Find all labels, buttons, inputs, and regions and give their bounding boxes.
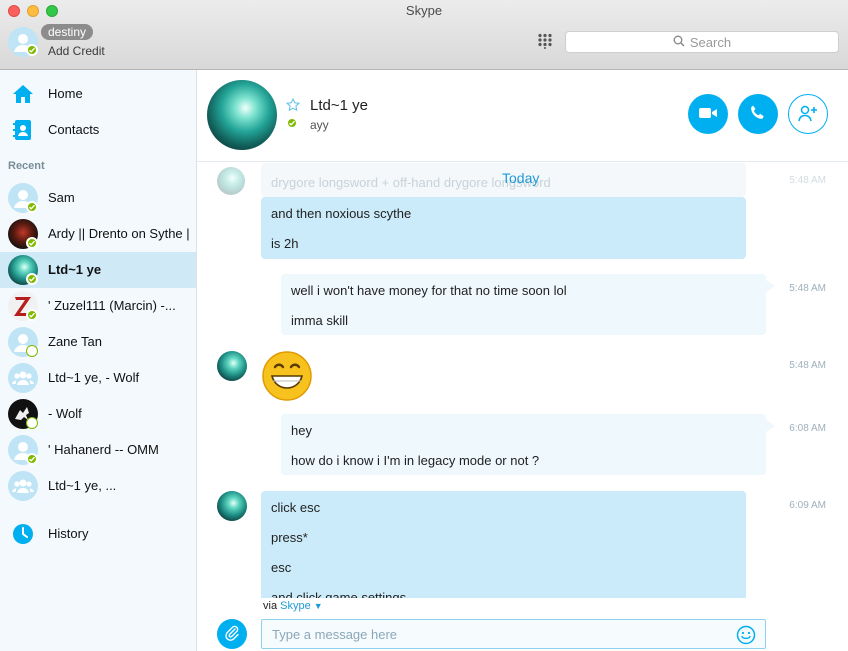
offline-status-icon [26, 345, 38, 357]
grinning-emoticon-icon [261, 350, 313, 402]
conversation-title: Ltd~1 ye [310, 97, 368, 114]
message-text: and then noxious scythe [271, 206, 412, 221]
contact-item[interactable]: ' Zuzel111 (Marcin) -... [0, 288, 196, 324]
add-credit-link[interactable]: Add Credit [48, 44, 105, 58]
contact-name: Ardy || Drento on Sythe || [48, 226, 190, 241]
add-contact-icon [797, 103, 819, 126]
dialpad-icon[interactable] [537, 33, 553, 49]
via-label: via [263, 600, 278, 612]
online-status-icon [286, 117, 298, 129]
contact-name: - Wolf [48, 406, 82, 421]
sender-avatar [217, 167, 245, 195]
sidebar-item-history[interactable]: History [0, 516, 196, 552]
message-text: press* [271, 530, 308, 545]
contact-item[interactable]: Ardy || Drento on Sythe || [0, 216, 196, 252]
title-bar: Skype destiny Add Credit Search [0, 0, 848, 70]
message-text: click esc [271, 500, 321, 515]
message-timestamp: 6:08 AM [789, 423, 826, 434]
contact-name: ' Hahanerd -- OMM [48, 442, 159, 457]
sidebar-item-label: History [48, 526, 89, 541]
message-bubble [261, 491, 746, 598]
emoticon-icon[interactable] [736, 625, 756, 645]
contact-name: ' Zuzel111 (Marcin) -... [48, 298, 176, 313]
message-timestamp: 5:48 AM [789, 283, 826, 294]
home-icon [11, 82, 35, 106]
contact-name: Ltd~1 ye [48, 262, 102, 277]
contact-name: Ltd~1 ye, ... [48, 478, 117, 493]
sidebar-item-contacts[interactable]: Contacts [0, 112, 196, 148]
window-title: Skype [405, 3, 443, 18]
message-text: and click game settings [271, 590, 407, 598]
online-status-icon [26, 201, 38, 213]
contact-name: Zane Tan [48, 334, 102, 349]
contact-item-selected[interactable]: Ltd~1 ye [0, 252, 196, 288]
favorite-star-icon[interactable] [285, 97, 301, 112]
conversation-header: Ltd~1 ye ayy [197, 70, 848, 162]
sidebar-item-home[interactable]: Home [0, 76, 196, 112]
message-timestamp: 6:09 AM [789, 500, 826, 511]
audio-call-button[interactable] [738, 94, 778, 134]
online-status-icon [26, 453, 38, 465]
message-input[interactable] [262, 620, 732, 648]
search-placeholder: Search [689, 34, 732, 50]
online-status-icon [26, 273, 38, 285]
online-status-icon [26, 237, 38, 249]
via-brand: Skype [280, 600, 311, 612]
chevron-down-icon: ▼ [313, 601, 323, 611]
sender-avatar [217, 491, 247, 521]
my-status-icon [26, 44, 38, 56]
attach-button[interactable] [217, 619, 247, 649]
video-call-button[interactable] [688, 94, 728, 134]
conversation-pane: Ltd~1 ye ayy drygore longsword + off-han… [197, 70, 848, 651]
bubble-tail [766, 420, 775, 432]
message-list[interactable]: drygore longsword + off-hand drygore lon… [197, 163, 848, 598]
search-field[interactable]: Search [565, 31, 839, 53]
bubble-tail [766, 280, 775, 292]
recent-header: Recent [8, 160, 45, 172]
sidebar-item-label: Contacts [48, 122, 100, 137]
date-divider: Today [502, 170, 540, 186]
message-text: is 2h [271, 236, 299, 251]
contact-item[interactable]: Ltd~1 ye, ... [0, 468, 196, 504]
message-text: esc [271, 560, 292, 575]
sidebar-item-label: Home [48, 86, 83, 101]
contact-item[interactable]: ' Hahanerd -- OMM [0, 432, 196, 468]
contact-name: Ltd~1 ye, - Wolf [48, 370, 140, 385]
message-text: how do i know i I'm in legacy mode or no… [291, 453, 540, 468]
add-people-button[interactable] [788, 94, 828, 134]
history-icon [11, 522, 35, 546]
group-avatar-icon [8, 471, 38, 501]
message-text: hey [291, 423, 312, 438]
sender-avatar [217, 351, 247, 381]
message-timestamp: 5:48 AM [789, 175, 826, 186]
contact-item[interactable]: Zane Tan [0, 324, 196, 360]
group-avatar-icon [8, 363, 38, 393]
offline-status-icon [26, 417, 38, 429]
phone-icon [749, 104, 767, 125]
contact-item[interactable]: Ltd~1 ye, - Wolf [0, 360, 196, 396]
contact-item[interactable]: Sam [0, 180, 196, 216]
sidebar: Home Contacts Recent Sam Ardy || Drento … [0, 70, 197, 651]
contacts-icon [11, 118, 35, 142]
my-display-name[interactable]: destiny [41, 24, 94, 40]
message-text: well i won't have money for that no time… [291, 283, 567, 298]
message-text: imma skill [291, 313, 349, 328]
mood-message: ayy [310, 118, 329, 132]
attach-icon [224, 625, 240, 644]
video-call-icon [698, 106, 718, 123]
online-status-icon [26, 309, 38, 321]
search-icon [673, 35, 685, 50]
message-composer[interactable] [261, 619, 766, 649]
contact-item[interactable]: - Wolf [0, 396, 196, 432]
contact-avatar[interactable] [207, 80, 277, 150]
via-skype-selector[interactable]: via Skype ▼ [263, 600, 323, 612]
contact-name: Sam [48, 190, 75, 205]
message-timestamp: 5:48 AM [789, 360, 826, 371]
